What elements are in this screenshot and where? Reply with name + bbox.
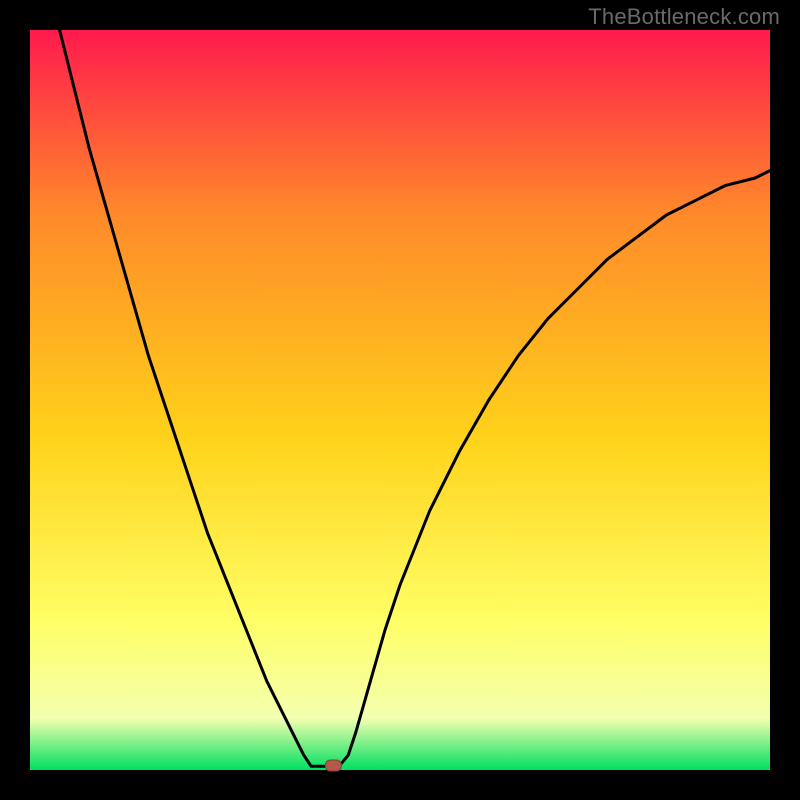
optimal-point-marker [325,760,341,771]
bottleneck-chart [0,0,800,800]
watermark-text: TheBottleneck.com [588,4,780,30]
plot-background [30,30,770,770]
chart-frame: TheBottleneck.com [0,0,800,800]
